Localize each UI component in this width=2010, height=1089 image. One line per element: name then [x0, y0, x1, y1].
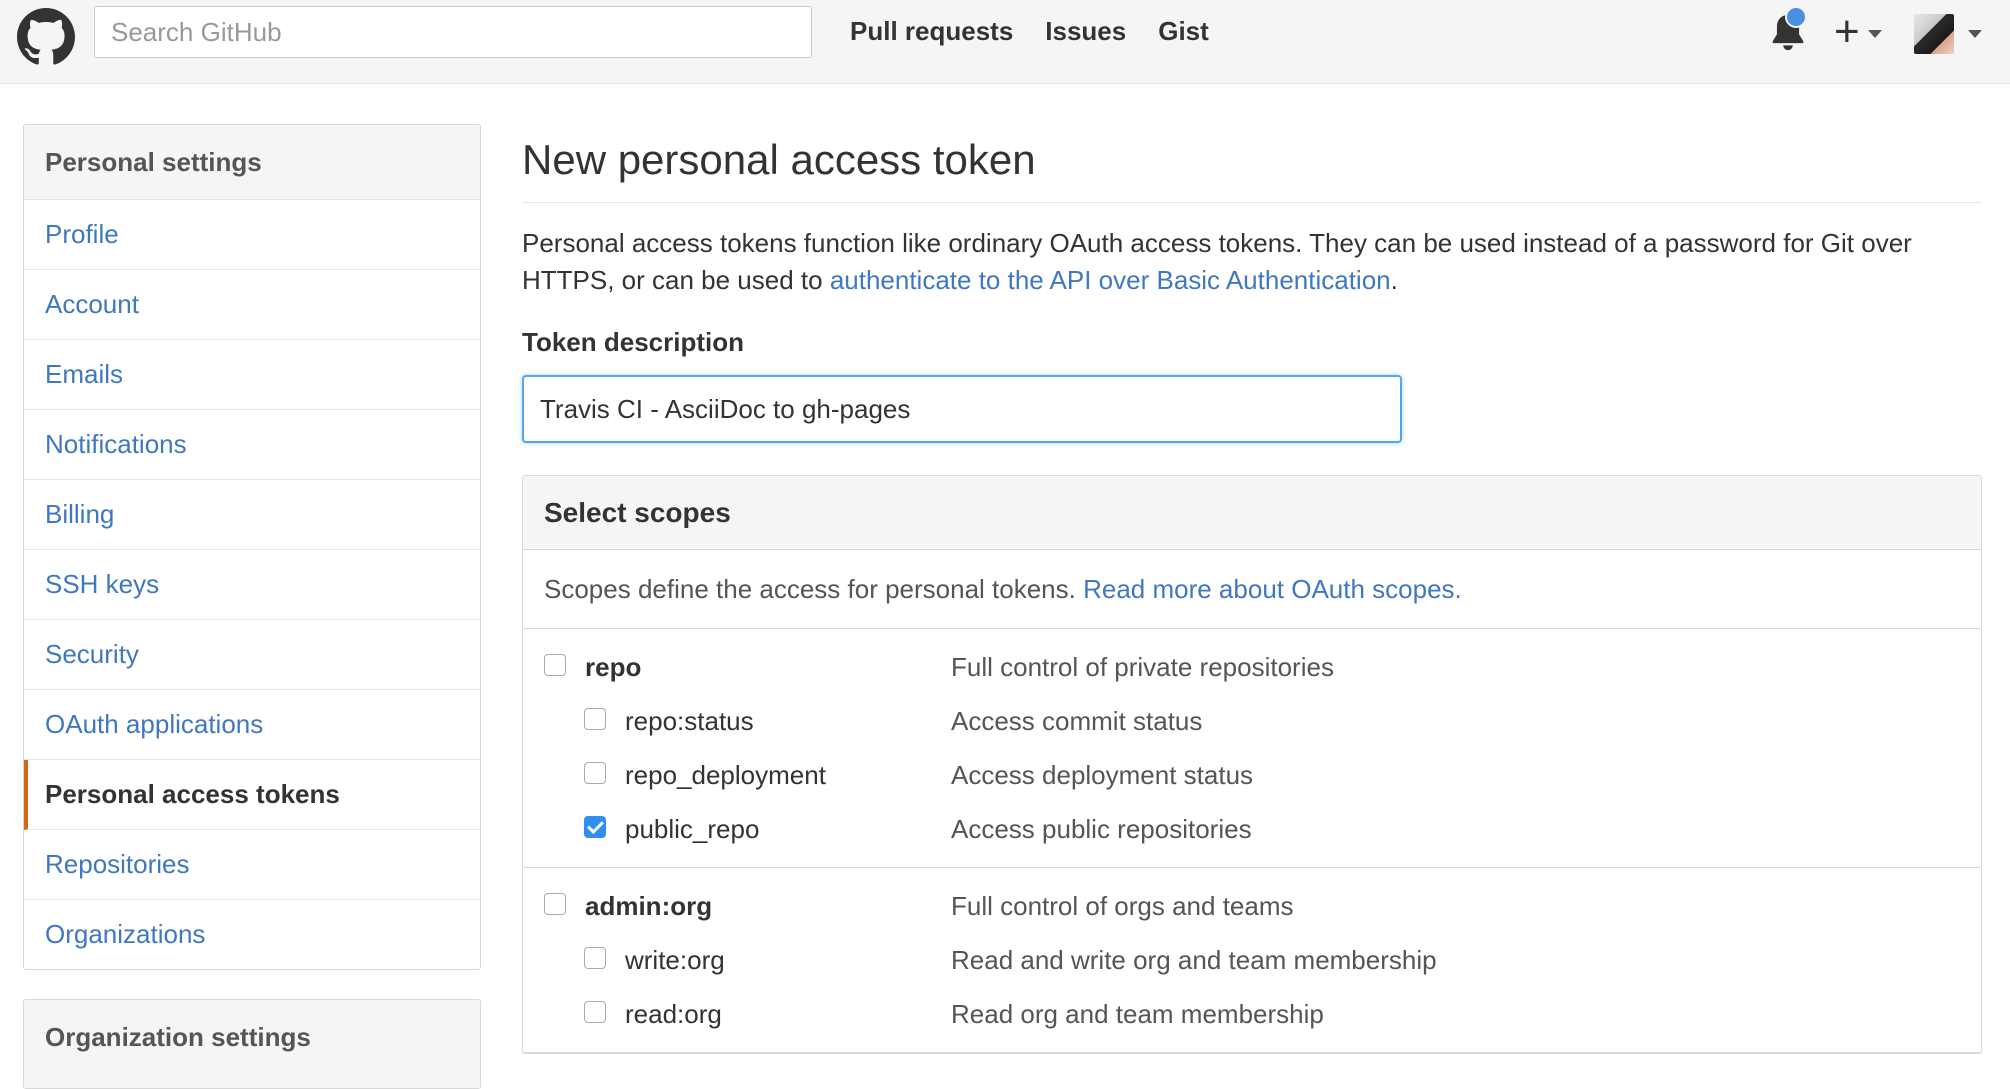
sidebar-item-billing[interactable]: Billing [24, 480, 480, 550]
sidebar-item-repositories[interactable]: Repositories [24, 830, 480, 900]
plus-icon[interactable]: + [1834, 2, 1860, 62]
nav-issues[interactable]: Issues [1045, 16, 1126, 47]
settings-sidebar: Personal settings Profile Account Emails… [23, 124, 481, 970]
sidebar-item-security[interactable]: Security [24, 620, 480, 690]
sidebar-item-notifications[interactable]: Notifications [24, 410, 480, 480]
github-logo-icon[interactable] [17, 8, 75, 66]
scope-description: Access deployment status [951, 760, 1254, 790]
scopes-desc-text: Scopes define the access for personal to… [544, 574, 1084, 604]
scope-description: Read and write org and team membership [951, 945, 1437, 975]
sidebar-item-organizations[interactable]: Organizations [24, 900, 480, 969]
description-end: . [1390, 265, 1398, 295]
scope-checkbox-read-org[interactable] [584, 1001, 606, 1023]
page-description: Personal access tokens function like ord… [522, 225, 1982, 299]
scope-row[interactable]: admin:org Full control of orgs and teams [523, 880, 1981, 934]
org-settings-title: Organization settings [45, 1022, 311, 1052]
top-nav: Pull requests Issues Gist [850, 16, 1209, 47]
chevron-down-icon[interactable] [1868, 30, 1882, 38]
sidebar-title: Personal settings [24, 125, 480, 200]
site-header: Pull requests Issues Gist + [0, 0, 2010, 84]
scope-description: Full control of orgs and teams [951, 891, 1294, 921]
scope-description: Read org and team membership [951, 999, 1324, 1029]
scope-row[interactable]: read:org Read org and team membership [523, 988, 1981, 1042]
scope-row[interactable]: repo Full control of private repositorie… [523, 641, 1981, 695]
scope-name: write:org [625, 945, 725, 975]
scope-checkbox-repo-status[interactable] [584, 708, 606, 730]
basic-auth-link[interactable]: authenticate to the API over Basic Authe… [830, 265, 1391, 295]
sidebar-item-account[interactable]: Account [24, 270, 480, 340]
search-input[interactable] [94, 6, 812, 58]
avatar[interactable] [1914, 14, 1954, 54]
scope-row[interactable]: repo:status Access commit status [523, 695, 1981, 749]
token-description-label: Token description [522, 327, 744, 357]
nav-pull-requests[interactable]: Pull requests [850, 16, 1013, 47]
scopes-panel: Select scopes Scopes define the access f… [522, 475, 1982, 1054]
page-title: New personal access token [522, 124, 1982, 203]
scope-checkbox-write-org[interactable] [584, 947, 606, 969]
oauth-scopes-link[interactable]: Read more about OAuth scopes. [1083, 574, 1462, 604]
scopes-description: Scopes define the access for personal to… [523, 550, 1981, 629]
token-description-input[interactable] [522, 375, 1402, 443]
scope-name: repo_deployment [625, 760, 826, 790]
scope-checkbox-repo[interactable] [544, 654, 566, 676]
scope-description: Access commit status [951, 706, 1203, 736]
chevron-down-icon[interactable] [1968, 30, 1982, 38]
sidebar-item-oauth-applications[interactable]: OAuth applications [24, 690, 480, 760]
sidebar-item-profile[interactable]: Profile [24, 200, 480, 270]
nav-gist[interactable]: Gist [1158, 16, 1209, 47]
notification-dot [1785, 6, 1807, 28]
scope-description: Access public repositories [951, 814, 1252, 844]
scope-group-repo: repo Full control of private repositorie… [523, 629, 1981, 868]
scope-row[interactable]: public_repo Access public repositories [523, 803, 1981, 857]
scope-name: admin:org [585, 891, 713, 921]
scope-row[interactable]: write:org Read and write org and team me… [523, 934, 1981, 988]
scope-name: public_repo [625, 814, 760, 844]
scope-description: Full control of private repositories [951, 652, 1334, 682]
main-content: New personal access token Personal acces… [522, 124, 1982, 1054]
scope-checkbox-admin-org[interactable] [544, 893, 566, 915]
scope-name: read:org [625, 999, 722, 1029]
sidebar-item-personal-access-tokens[interactable]: Personal access tokens [24, 760, 480, 830]
scope-checkbox-repo-deployment[interactable] [584, 762, 606, 784]
scopes-title: Select scopes [523, 476, 1981, 550]
sidebar-item-emails[interactable]: Emails [24, 340, 480, 410]
scope-checkbox-public-repo[interactable] [584, 816, 606, 838]
scope-row[interactable]: repo_deployment Access deployment status [523, 749, 1981, 803]
scope-name: repo:status [625, 706, 754, 736]
org-settings-sidebar: Organization settings [23, 999, 481, 1089]
scope-name: repo [585, 652, 642, 682]
scope-group-admin-org: admin:org Full control of orgs and teams… [523, 868, 1981, 1053]
sidebar-item-ssh-keys[interactable]: SSH keys [24, 550, 480, 620]
